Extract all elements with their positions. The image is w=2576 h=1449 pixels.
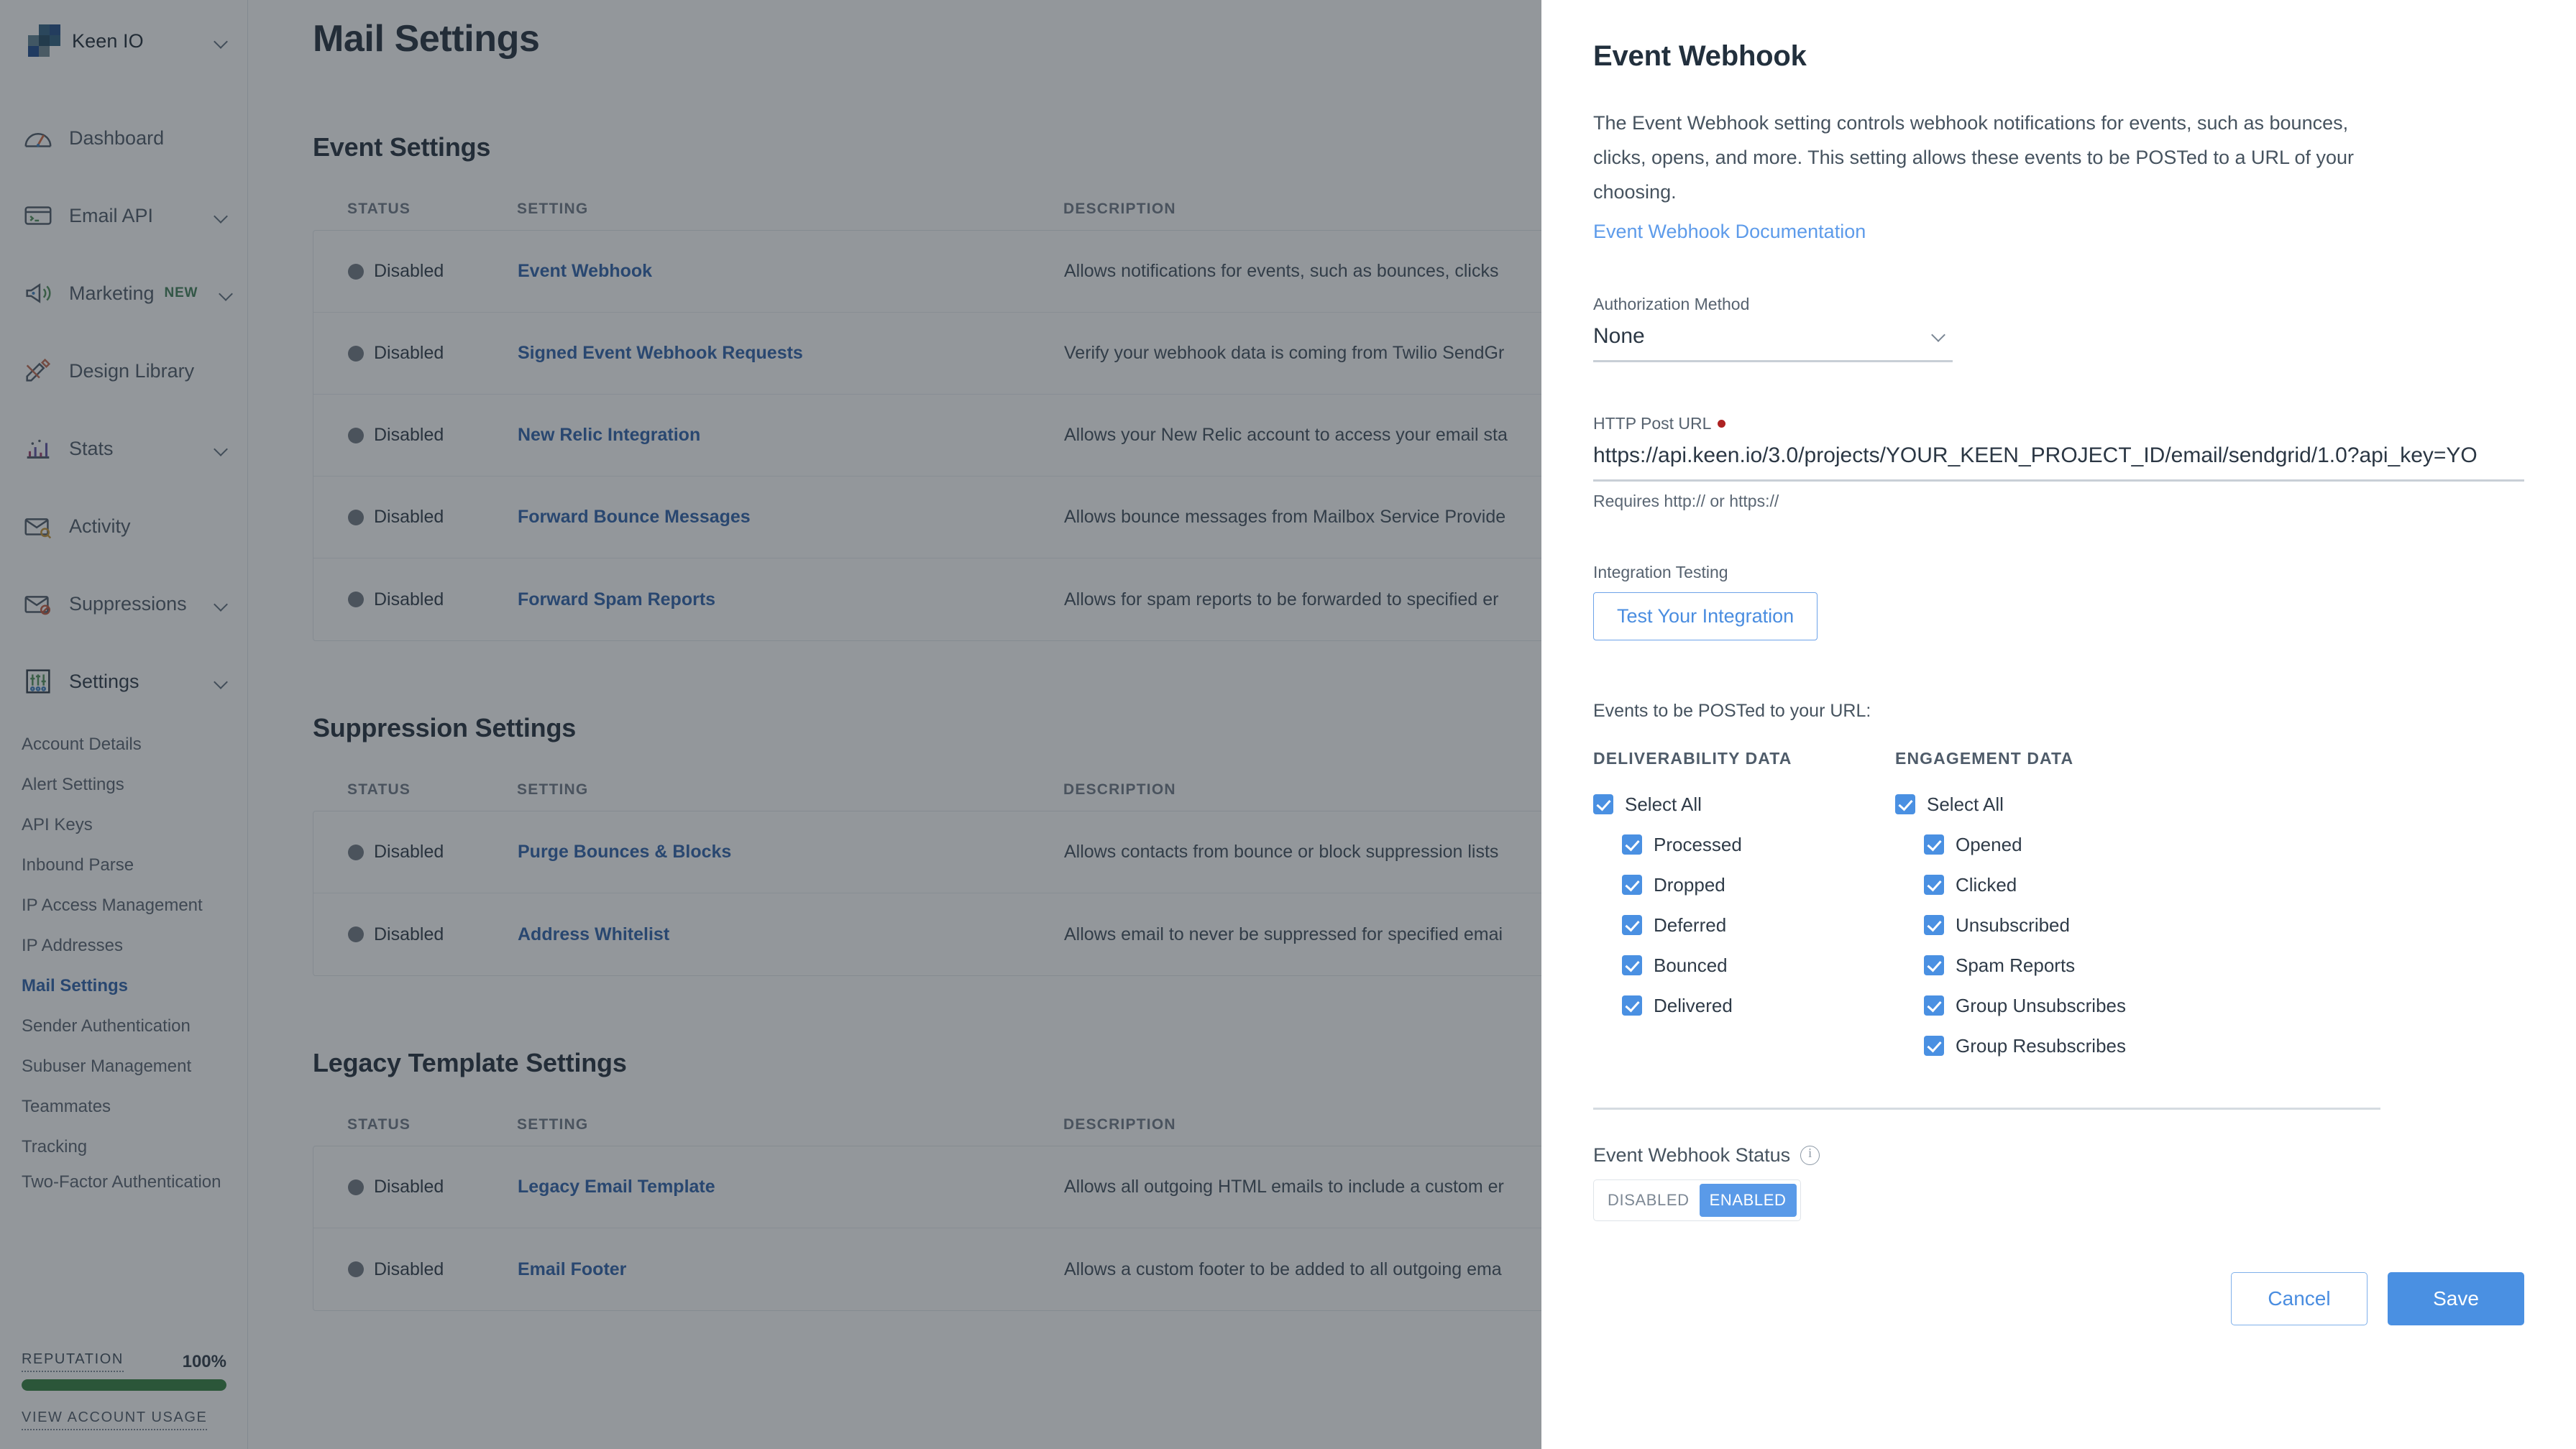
checkbox-label: Clicked (1956, 873, 2017, 896)
http-post-url-input[interactable]: https://api.keen.io/3.0/projects/YOUR_KE… (1593, 441, 2524, 482)
checkbox-label: Bounced (1654, 954, 1728, 976)
checkbox-label: Processed (1654, 833, 1742, 855)
checkbox-checked-icon[interactable] (1593, 794, 1613, 815)
checkbox-label: Spam Reports (1956, 954, 2076, 976)
checkbox-event-item[interactable]: Deferred (1593, 905, 1895, 945)
integration-testing-label: Integration Testing (1593, 563, 1728, 582)
checkbox-event-item[interactable]: Delivered (1593, 985, 1895, 1026)
event-checkbox-groups: DELIVERABILITY DATA Select All Processed Dr… (1593, 749, 2524, 1066)
events-posted-label: Events to be POSTed to your URL: (1593, 701, 1871, 722)
checkbox-checked-icon[interactable] (1895, 794, 1915, 815)
checkbox-label: Select All (1625, 793, 1702, 815)
checkbox-label: Dropped (1654, 873, 1725, 896)
checkbox-label: Deferred (1654, 914, 1727, 936)
authorization-method-value: None (1593, 324, 1645, 349)
checkbox-checked-icon[interactable] (1924, 955, 1944, 976)
checkbox-select-all[interactable]: Select All (1593, 784, 1895, 824)
info-icon[interactable] (1800, 1146, 1820, 1166)
integration-testing-field: Integration Testing Test Your Integratio… (1593, 563, 2524, 641)
checkbox-label: Select All (1927, 793, 2004, 815)
required-indicator-icon (1718, 420, 1726, 428)
checkbox-event-item[interactable]: Unsubscribed (1895, 905, 2197, 945)
checkbox-checked-icon[interactable] (1622, 834, 1642, 855)
event-webhook-panel: Event Webhook The Event Webhook setting … (1541, 0, 2576, 1449)
checkbox-checked-icon[interactable] (1622, 875, 1642, 896)
checkbox-checked-icon[interactable] (1924, 915, 1944, 936)
checkbox-label: Group Unsubscribes (1956, 994, 2126, 1016)
checkbox-checked-icon[interactable] (1924, 834, 1944, 855)
section-divider (1593, 1108, 2380, 1110)
checkbox-event-item[interactable]: Spam Reports (1895, 945, 2197, 985)
event-group: DELIVERABILITY DATA Select All Processed Dr… (1593, 749, 1895, 1066)
checkbox-checked-icon[interactable] (1924, 875, 1944, 896)
chevron-down-icon (1933, 328, 1945, 341)
event-webhook-status-label: Event Webhook Status (1593, 1144, 1791, 1167)
http-post-url-helper: Requires http:// or https:// (1593, 492, 1779, 511)
checkbox-checked-icon[interactable] (1924, 995, 1944, 1016)
checkbox-checked-icon[interactable] (1622, 995, 1642, 1016)
checkbox-checked-icon[interactable] (1924, 1036, 1944, 1057)
checkbox-event-item[interactable]: Opened (1895, 824, 2197, 865)
event-group-heading: ENGAGEMENT DATA (1895, 749, 2074, 768)
authorization-method-label: Authorization Method (1593, 295, 1750, 314)
panel-title: Event Webhook (1593, 40, 1807, 72)
http-post-url-label: HTTP Post URL (1593, 414, 2524, 433)
toggle-option-disabled[interactable]: DISABLED (1598, 1184, 1700, 1217)
toggle-option-enabled[interactable]: ENABLED (1699, 1184, 1797, 1218)
checkbox-label: Delivered (1654, 994, 1733, 1016)
test-your-integration-button[interactable]: Test Your Integration (1593, 592, 1818, 641)
http-post-url-label-text: HTTP Post URL (1593, 414, 1712, 433)
checkbox-checked-icon[interactable] (1622, 955, 1642, 976)
event-group: ENGAGEMENT DATA Select All Opened Clicked Un… (1895, 749, 2197, 1066)
authorization-method-select[interactable]: None (1593, 321, 1953, 363)
checkbox-label: Unsubscribed (1956, 914, 2070, 936)
checkbox-event-item[interactable]: Clicked (1895, 865, 2197, 905)
checkbox-label: Opened (1956, 833, 2022, 855)
event-group-heading: DELIVERABILITY DATA (1593, 749, 1792, 768)
http-post-url-value: https://api.keen.io/3.0/projects/YOUR_KE… (1593, 443, 2478, 468)
authorization-method-field: Authorization Method None (1593, 295, 2524, 363)
event-webhook-status-toggle[interactable]: DISABLED ENABLED (1593, 1179, 1801, 1222)
panel-actions: Cancel Save (2231, 1272, 2524, 1325)
checkbox-checked-icon[interactable] (1622, 915, 1642, 936)
checkbox-event-item[interactable]: Group Resubscribes (1895, 1026, 2197, 1066)
checkbox-label: Group Resubscribes (1956, 1034, 2126, 1057)
checkbox-event-item[interactable]: Bounced (1593, 945, 1895, 985)
event-webhook-documentation-link[interactable]: Event Webhook Documentation (1593, 221, 1866, 243)
cancel-button[interactable]: Cancel (2231, 1272, 2368, 1325)
checkbox-event-item[interactable]: Dropped (1593, 865, 1895, 905)
checkbox-event-item[interactable]: Processed (1593, 824, 1895, 865)
event-webhook-status-row: Event Webhook Status (1593, 1144, 2524, 1167)
panel-description: The Event Webhook setting controls webho… (1593, 112, 2355, 203)
http-post-url-field: HTTP Post URL https://api.keen.io/3.0/pr… (1593, 414, 2524, 511)
checkbox-select-all[interactable]: Select All (1895, 784, 2197, 824)
checkbox-event-item[interactable]: Group Unsubscribes (1895, 985, 2197, 1026)
save-button[interactable]: Save (2388, 1272, 2524, 1325)
